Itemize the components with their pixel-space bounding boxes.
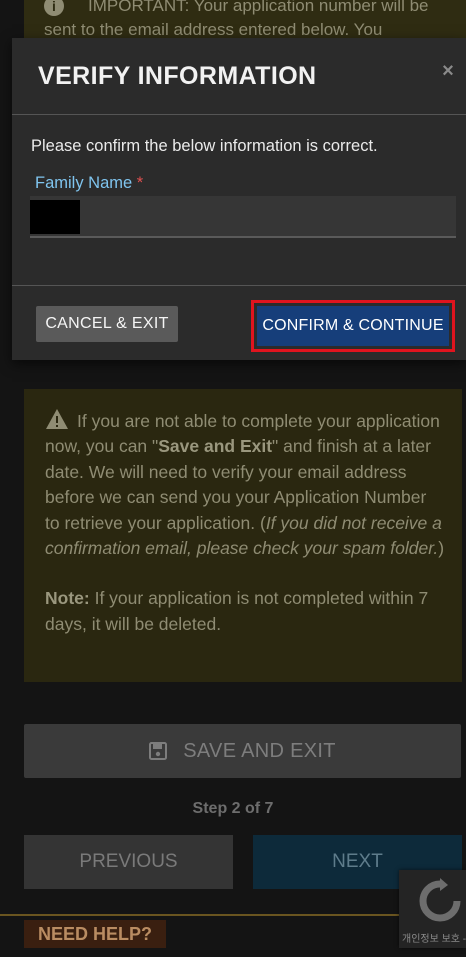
- recaptcha-badge[interactable]: 개인정보 보호 -: [399, 870, 466, 948]
- family-name-field[interactable]: [30, 196, 456, 238]
- recaptcha-privacy-text: 개인정보 보호 -: [402, 934, 466, 945]
- recaptcha-icon: [419, 878, 461, 922]
- important-notice: i IMPORTANT: Your application number wil…: [24, 0, 466, 40]
- floppy-disk-icon: [149, 742, 168, 760]
- save-and-exit-button[interactable]: SAVE AND EXIT: [24, 724, 461, 778]
- cancel-exit-button[interactable]: CANCEL & EXIT: [36, 306, 178, 342]
- important-notice-text: IMPORTANT: Your application number will …: [44, 0, 429, 39]
- warning-icon: [46, 409, 68, 429]
- confirm-continue-button[interactable]: CONFIRM & CONTINUE: [257, 306, 449, 346]
- required-marker: *: [136, 174, 144, 192]
- confirm-instruction: Please confirm the below information is …: [31, 137, 378, 155]
- modal-header: VERIFY INFORMATION ×: [12, 38, 466, 115]
- step-indicator: Step 2 of 7: [192, 800, 274, 817]
- need-help-button[interactable]: NEED HELP?: [24, 920, 166, 948]
- modal-title: VERIFY INFORMATION: [38, 62, 317, 90]
- verify-information-modal: VERIFY INFORMATION × Please confirm the …: [12, 38, 466, 360]
- warning-paragraph: If you are not able to complete your app…: [45, 408, 445, 561]
- close-icon[interactable]: ×: [438, 60, 458, 82]
- save-exit-warning: If you are not able to complete your app…: [24, 389, 462, 682]
- footer-divider: [0, 914, 400, 916]
- redacted-value: [30, 200, 80, 234]
- modal-body: Please confirm the below information is …: [12, 115, 466, 286]
- previous-button[interactable]: PREVIOUS: [24, 835, 233, 889]
- deletion-note: Note: If your application is not complet…: [45, 588, 429, 634]
- confirm-button-highlight: CONFIRM & CONTINUE: [251, 300, 455, 352]
- family-name-label: Family Name *: [35, 174, 144, 192]
